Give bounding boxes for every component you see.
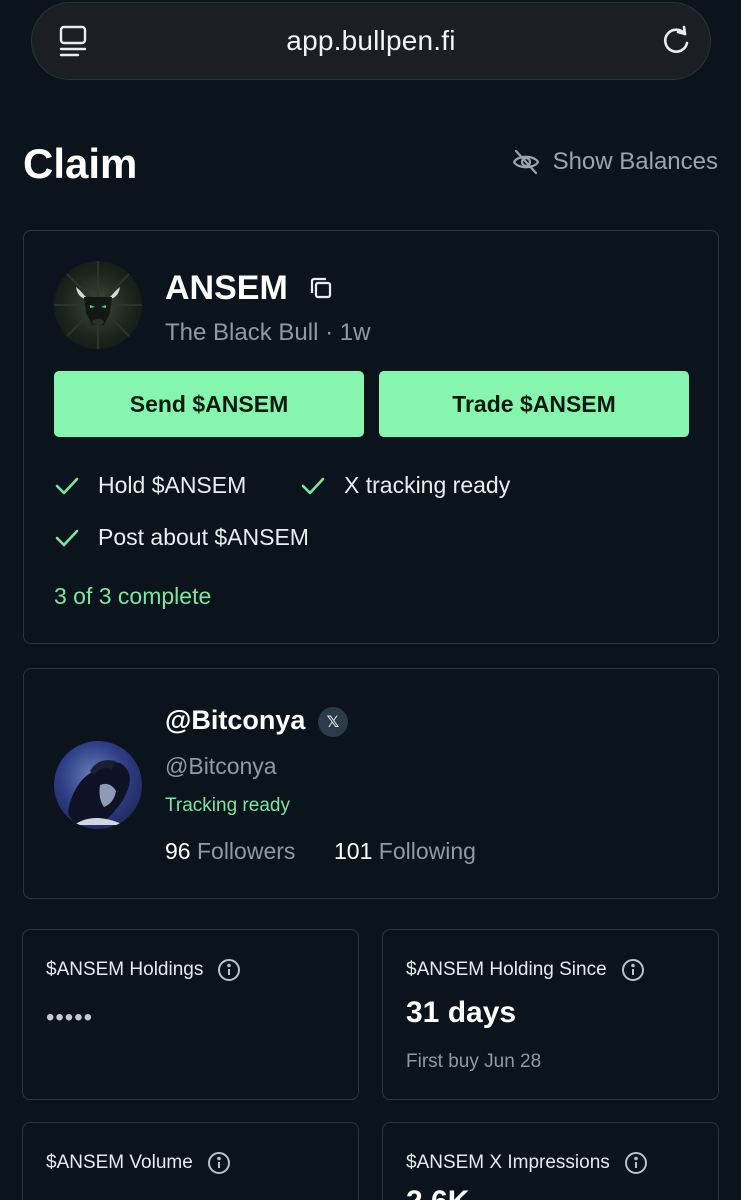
following-count: 101 Following: [334, 838, 476, 865]
x-impressions-value: 2.6K: [406, 1185, 469, 1200]
profile-card: @Bitconya 𝕏 @Bitconya Tracking ready 96 …: [23, 668, 719, 899]
send-token-button[interactable]: Send $ANSEM: [54, 371, 364, 437]
show-balances-toggle[interactable]: Show Balances: [511, 147, 718, 177]
check-icon: [55, 529, 79, 546]
page-title: Claim: [23, 140, 138, 187]
stat-label-text: $ANSEM Holdings: [46, 959, 204, 980]
task-label: X tracking ready: [344, 472, 511, 498]
profile-handle: @Bitconya: [165, 753, 277, 779]
following-label: Following: [378, 838, 476, 864]
show-balances-label[interactable]: Show Balances: [553, 148, 718, 176]
task-label: Post about $ANSEM: [98, 524, 309, 550]
check-icon: [301, 477, 325, 494]
task-progress-text: 3 of 3 complete: [54, 583, 212, 609]
reload-icon[interactable]: [658, 23, 694, 59]
following-number: 101: [334, 838, 373, 864]
token-avatar: [54, 261, 142, 349]
info-icon[interactable]: [624, 1151, 648, 1175]
first-buy-date: First buy Jun 28: [406, 1051, 542, 1072]
x-logo-icon: 𝕏: [318, 707, 348, 737]
profile-avatar-image: [68, 760, 130, 825]
holding-since-value: 31 days: [406, 996, 517, 1029]
info-icon[interactable]: [217, 958, 241, 982]
browser-url-bar[interactable]: app.bullpen.fi: [31, 2, 711, 80]
info-icon[interactable]: [207, 1151, 231, 1175]
copy-icon[interactable]: [308, 275, 334, 301]
stat-label-text: $ANSEM X Impressions: [406, 1152, 610, 1173]
stat-label: $ANSEM Volume: [46, 1151, 231, 1175]
stat-label-text: $ANSEM Holding Since: [406, 959, 607, 980]
tabs-icon[interactable]: [56, 23, 92, 59]
tracking-status: Tracking ready: [165, 795, 290, 816]
stat-label-text: $ANSEM Volume: [46, 1152, 193, 1173]
task-x-tracking: X tracking ready: [300, 472, 510, 499]
url-text[interactable]: app.bullpen.fi: [286, 25, 455, 57]
info-icon[interactable]: [621, 958, 645, 982]
eye-off-icon: [512, 149, 539, 175]
followers-count: 96 Followers: [165, 838, 295, 865]
trade-token-button[interactable]: Trade $ANSEM: [379, 371, 689, 437]
stat-card-x-impressions: $ANSEM X Impressions 2.6K: [382, 1122, 719, 1200]
stat-label: $ANSEM Holding Since: [406, 958, 645, 982]
stat-card-volume: $ANSEM Volume: [22, 1122, 359, 1200]
task-hold: Hold $ANSEM: [54, 472, 246, 499]
token-name: ANSEM: [165, 269, 288, 307]
task-label: Hold $ANSEM: [98, 472, 247, 498]
token-card: ANSEM The Black Bull · 1w Send $ANSEM Tr…: [23, 230, 719, 644]
holdings-value-masked: •••••: [46, 1004, 94, 1031]
followers-label: Followers: [196, 838, 296, 864]
stat-card-holdings: $ANSEM Holdings •••••: [22, 929, 359, 1100]
followers-number: 96: [165, 838, 191, 864]
profile-display-name: @Bitconya: [165, 705, 306, 735]
stat-label: $ANSEM Holdings: [46, 958, 241, 982]
bull-logo-icon: [54, 261, 142, 349]
stat-label: $ANSEM X Impressions: [406, 1151, 648, 1175]
avatar: [54, 741, 142, 829]
stat-card-holding-since: $ANSEM Holding Since 31 days First buy J…: [382, 929, 719, 1100]
check-icon: [55, 477, 79, 494]
token-subtitle: The Black Bull · 1w: [165, 319, 371, 346]
task-post: Post about $ANSEM: [54, 524, 309, 551]
